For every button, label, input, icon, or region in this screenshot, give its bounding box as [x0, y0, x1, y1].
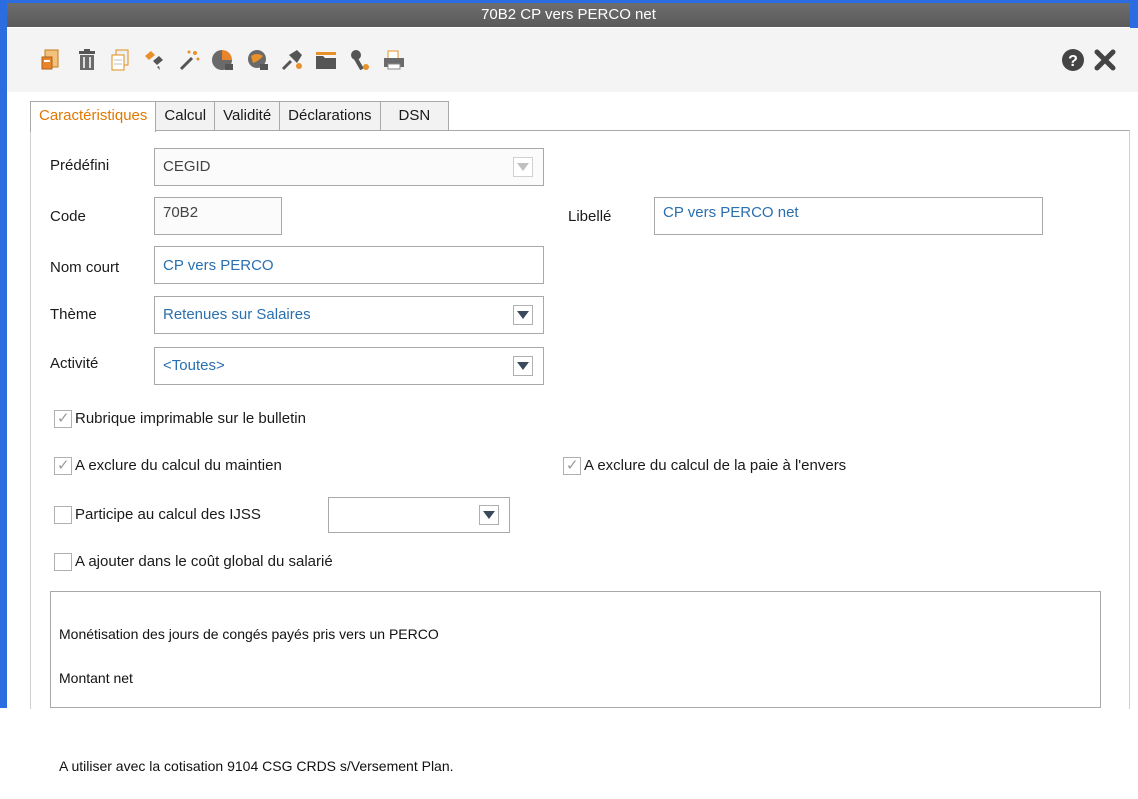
tab-calcul[interactable]: Calcul [155, 101, 216, 130]
wrench-icon[interactable] [346, 46, 374, 74]
exclure-envers-label: A exclure du calcul de la paie à l'enver… [584, 457, 847, 474]
ijss-label: Participe au calcul des IJSS [75, 506, 261, 523]
web-icon[interactable] [244, 46, 272, 74]
memo-line-3 [59, 711, 1092, 733]
memo-line-2: Montant net [59, 670, 133, 686]
memo-line-4: A utiliser avec la cotisation 9104 CSG C… [59, 758, 454, 774]
libelle-field[interactable]: CP vers PERCO net [654, 197, 1043, 235]
close-icon[interactable] [1091, 46, 1119, 74]
theme-value: Retenues sur Salaires [163, 306, 311, 323]
tab-caracteristiques[interactable]: Caractéristiques [30, 101, 157, 132]
ijss-select[interactable] [328, 497, 510, 533]
cout-global-label: A ajouter dans le coût global du salarié [75, 553, 333, 570]
code-field[interactable]: 70B2 [154, 197, 282, 235]
cout-global-checkbox[interactable] [54, 553, 72, 571]
code-label: Code [50, 208, 86, 225]
imprimable-label: Rubrique imprimable sur le bulletin [75, 410, 306, 427]
window-frame-right [1130, 0, 1138, 30]
printer-icon[interactable] [380, 46, 408, 74]
trash-icon[interactable] [73, 46, 101, 74]
window-title: 70B2 CP vers PERCO net [7, 3, 1130, 27]
magic-wand-icon[interactable] [175, 46, 203, 74]
activite-value: <Toutes> [163, 357, 225, 374]
folder-icon[interactable] [312, 46, 340, 74]
copy-icon[interactable] [106, 46, 134, 74]
nomcourt-field[interactable]: CP vers PERCO [154, 246, 544, 284]
imprimable-checkbox[interactable] [54, 409, 72, 428]
theme-dropdown-arrow-icon[interactable] [513, 305, 533, 325]
predefini-label: Prédéfini [50, 157, 110, 174]
ijss-dropdown-arrow-icon[interactable] [479, 505, 499, 525]
tab-validite[interactable]: Validité [214, 101, 281, 130]
exclure-maintien-checkbox[interactable] [54, 456, 72, 475]
description-memo[interactable]: Monétisation des jours de congés payés p… [50, 591, 1101, 774]
new-doc-icon[interactable] [38, 46, 66, 74]
tab-bar: Caractéristiques Calcul Validité Déclara… [30, 101, 450, 132]
predefini-dropdown-arrow-icon [513, 157, 533, 177]
exclure-maintien-label: A exclure du calcul du maintien [75, 457, 282, 474]
activite-label: Activité [50, 355, 99, 372]
theme-label: Thème [50, 306, 97, 323]
window: 70B2 CP vers PERCO net ? Caractéristique… [0, 0, 1138, 774]
ijss-checkbox[interactable] [54, 506, 72, 524]
predefini-value: CEGID [163, 158, 211, 175]
chart-icon[interactable] [209, 46, 237, 74]
tab-declarations[interactable]: Déclarations [279, 101, 381, 130]
window-frame-left [0, 0, 7, 708]
help-icon[interactable]: ? [1059, 46, 1087, 74]
nomcourt-label: Nom court [50, 259, 120, 276]
predefini-select: CEGID [154, 148, 544, 186]
activite-select[interactable]: <Toutes> [154, 347, 544, 385]
theme-select[interactable]: Retenues sur Salaires [154, 296, 544, 334]
exclure-envers-checkbox[interactable] [563, 456, 581, 475]
memo-line-1: Monétisation des jours de congés payés p… [59, 626, 439, 642]
svg-text:?: ? [1068, 53, 1078, 70]
activite-dropdown-arrow-icon[interactable] [513, 356, 533, 376]
tab-dsn[interactable]: DSN [379, 101, 450, 130]
link-icon[interactable] [140, 46, 168, 74]
pin-icon[interactable] [278, 46, 306, 74]
libelle-label: Libellé [568, 208, 612, 225]
